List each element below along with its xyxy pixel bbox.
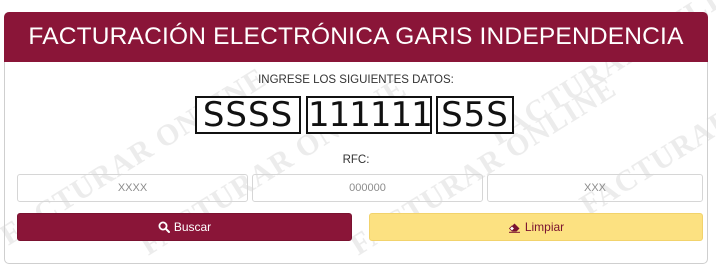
search-icon	[158, 221, 170, 233]
captcha-image-1: SSSS	[195, 96, 301, 134]
eraser-icon	[508, 221, 521, 233]
instruction-text: INGRESE LOS SIGUIENTES DATOS:	[258, 74, 454, 86]
page: FACTURAR ONLINE FACTURAR ONLINE FACTURAR…	[0, 0, 716, 271]
header-bar: FACTURACIÓN ELECTRÓNICA GARIS INDEPENDEN…	[4, 12, 708, 62]
rfc-label: RFC:	[342, 154, 370, 166]
search-button[interactable]: Buscar	[17, 213, 352, 241]
captcha-image-3: S5S	[436, 96, 514, 134]
clear-button[interactable]: Limpiar	[369, 213, 703, 241]
page-title: FACTURACIÓN ELECTRÓNICA GARIS INDEPENDEN…	[28, 23, 684, 50]
rfc-date-input[interactable]	[252, 174, 483, 202]
rfc-letters-input[interactable]	[17, 174, 248, 202]
rfc-homoclave-input[interactable]	[487, 174, 703, 202]
clear-button-label: Limpiar	[524, 220, 565, 234]
captcha-image-2: 111111	[306, 96, 432, 134]
search-button-label: Buscar	[173, 220, 212, 234]
